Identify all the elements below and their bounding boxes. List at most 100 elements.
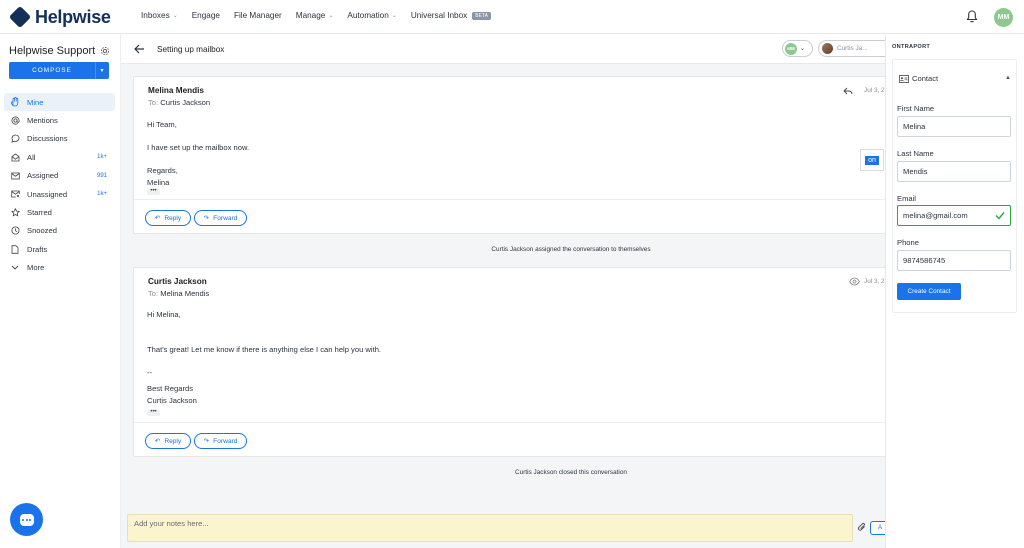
at-icon: [10, 116, 20, 126]
chat-bubble-icon: [10, 134, 20, 144]
message-body-line: Hi Melina,: [147, 310, 181, 319]
sidebar-item-label: All: [27, 152, 36, 162]
user-selector-label: Curtis Ja...: [837, 45, 868, 52]
sidebar: Helpwise Support COMPOSE ▾ Mine Mentions…: [0, 35, 121, 548]
live-chat-button[interactable]: [10, 503, 43, 536]
message-body-line: Curtis Jackson: [147, 396, 197, 405]
file-icon: [10, 244, 20, 254]
sidebar-item-label: Discussions: [27, 134, 68, 144]
assignee-avatar: MM: [785, 42, 797, 55]
star-icon: [10, 208, 20, 218]
email-value: melina@gmail.com: [903, 211, 968, 220]
create-contact-button[interactable]: Create Contact: [897, 283, 961, 300]
reply-button[interactable]: ↶ Reply: [145, 433, 191, 449]
sidebar-item-label: Drafts: [27, 244, 48, 254]
phone-field[interactable]: 9874586745: [897, 250, 1011, 271]
conversation-pane: Setting up mailbox MM ⌄ Curtis Ja... Mel…: [121, 35, 898, 548]
sidebar-item-all[interactable]: All 1k+: [4, 148, 115, 166]
divider: [134, 422, 892, 423]
message-body-line: Hi Team,: [147, 120, 177, 129]
sidebar-item-snoozed[interactable]: Snoozed: [4, 222, 115, 240]
nav-automation[interactable]: Automation ⌄: [347, 11, 396, 20]
forward-label: Forward: [213, 437, 238, 445]
sidebar-item-starred[interactable]: Starred: [4, 203, 115, 221]
assignee-dropdown[interactable]: MM ⌄: [782, 40, 813, 57]
id-card-icon: [899, 74, 909, 83]
reply-icon[interactable]: [843, 86, 853, 96]
nav-engage[interactable]: Engage: [192, 11, 220, 20]
chat-icon: [19, 513, 34, 526]
message-body-line: I have set up the mailbox now.: [147, 143, 250, 152]
sidebar-item-label: Starred: [27, 208, 52, 218]
chevron-up-icon[interactable]: ▲: [1005, 75, 1011, 81]
forward-arrow-icon: ↷: [203, 438, 210, 445]
compose-button[interactable]: COMPOSE ▾: [9, 62, 109, 79]
nav-label: Engage: [191, 11, 220, 20]
gear-icon[interactable]: [100, 46, 110, 56]
panel-title: ONTRAPORT: [892, 44, 931, 50]
message-body-line: That's great! Let me know if there is an…: [147, 345, 382, 354]
sidebar-item-count: 1k+: [97, 154, 107, 161]
sidebar-item-assigned[interactable]: Assigned 991: [4, 167, 115, 185]
sidebar-item-count: 991: [96, 172, 107, 179]
reply-arrow-icon: ↶: [154, 438, 161, 445]
ontraport-logo: on: [865, 155, 879, 165]
logo-mark-icon: [8, 5, 32, 29]
forward-button[interactable]: ↷ Forward: [194, 210, 247, 226]
field-label: First Name: [897, 104, 935, 113]
reply-button[interactable]: ↶ Reply: [145, 210, 191, 226]
notes-input[interactable]: Add your notes here...: [127, 514, 853, 542]
first-name-field[interactable]: Melina: [897, 116, 1011, 137]
compose-dropdown-icon[interactable]: ▾: [95, 62, 109, 79]
forward-label: Forward: [213, 214, 238, 222]
paperclip-icon[interactable]: [857, 521, 867, 533]
contact-section-header[interactable]: Contact: [899, 74, 938, 83]
to-label: To:: [148, 289, 159, 298]
last-name-field[interactable]: Mendis: [897, 161, 1011, 182]
bell-icon[interactable]: [966, 10, 978, 23]
message-body-line: Best Regards: [147, 384, 194, 393]
message-card: Melina Mendis To: Curtis Jackson Jul 3, …: [133, 76, 893, 234]
field-label: Phone: [897, 238, 919, 247]
envelope-icon: [10, 171, 20, 181]
sidebar-item-more[interactable]: More: [4, 259, 115, 277]
folder-menu: Mine Mentions Discussions All 1k+ Assign…: [4, 93, 115, 277]
show-more-button[interactable]: •••: [147, 188, 160, 195]
reply-label: Reply: [164, 437, 182, 445]
compose-label: COMPOSE: [32, 67, 72, 74]
nav-label: File Manager: [233, 11, 282, 20]
forward-button[interactable]: ↷ Forward: [194, 433, 247, 449]
eye-icon: [849, 277, 860, 286]
chevron-down-icon: ⌄: [391, 13, 397, 19]
nav-inboxes[interactable]: Inboxes ⌄: [141, 11, 178, 20]
sidebar-item-label: Mine: [27, 97, 44, 107]
nav-label: Manage: [295, 11, 326, 20]
main-nav: Inboxes ⌄ Engage File Manager Manage ⌄ Aut…: [141, 11, 505, 20]
sidebar-item-drafts[interactable]: Drafts: [4, 240, 115, 258]
nav-universal-inbox[interactable]: Universal Inbox BETA: [411, 11, 491, 20]
show-more-button[interactable]: •••: [147, 409, 160, 416]
sidebar-item-unassigned[interactable]: Unassigned 1k+: [4, 185, 115, 203]
helpwise-logo[interactable]: Helpwise: [8, 5, 111, 29]
ontraport-badge[interactable]: on: [860, 149, 884, 171]
contact-section-label: Contact: [912, 74, 939, 83]
user-avatar[interactable]: MM: [994, 8, 1013, 27]
message-card: Curtis Jackson To: Melina Mendis Jul 3, …: [133, 267, 893, 457]
nav-file-manager[interactable]: File Manager: [234, 11, 282, 20]
user-photo: [822, 43, 833, 54]
check-icon: [995, 212, 1005, 220]
nav-manage[interactable]: Manage ⌄: [296, 11, 334, 20]
reply-arrow-icon: ↶: [154, 215, 161, 222]
chevron-down-icon: ⌄: [172, 13, 178, 19]
back-arrow-icon[interactable]: [133, 43, 145, 55]
nav-label: Universal Inbox: [410, 11, 468, 20]
email-field[interactable]: melina@gmail.com: [897, 205, 1011, 226]
clock-icon: [10, 226, 20, 236]
message-recipient: To: Curtis Jackson: [148, 98, 210, 107]
nav-label: Inboxes: [141, 11, 170, 20]
sidebar-item-mentions[interactable]: Mentions: [4, 111, 115, 129]
sidebar-item-mine[interactable]: Mine: [4, 93, 115, 112]
sidebar-item-discussions[interactable]: Discussions: [4, 130, 115, 148]
forward-arrow-icon: ↷: [203, 215, 210, 222]
top-bar: Helpwise Inboxes ⌄ Engage File Manager Ma…: [0, 0, 1024, 34]
